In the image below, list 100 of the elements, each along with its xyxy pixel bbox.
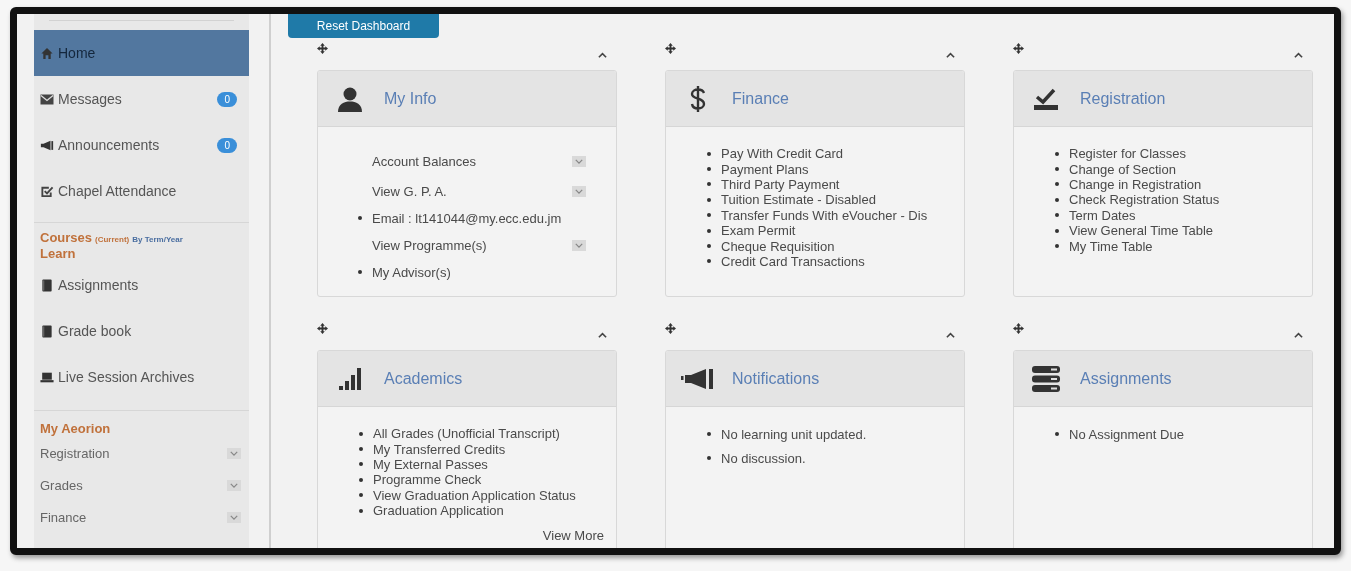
megaphone-icon	[681, 367, 715, 390]
list-link[interactable]: Check Registration Status	[1069, 192, 1220, 208]
bullet-dot	[707, 182, 711, 187]
collapse-caret-icon[interactable]	[946, 332, 955, 338]
bullet-dot	[707, 213, 711, 218]
card-title: Registration	[1080, 89, 1166, 108]
collapse-caret-icon[interactable]	[598, 332, 607, 338]
bullet-dot	[707, 432, 711, 436]
move-handle-icon[interactable]	[317, 323, 328, 334]
list-link[interactable]: Register for Classes	[1069, 146, 1187, 162]
bullet-dot	[707, 259, 711, 264]
list-link[interactable]: Transfer Funds With eVoucher - Dis	[721, 207, 928, 223]
card-title: Academics	[384, 369, 463, 388]
bullet-dot	[358, 216, 362, 220]
list-link[interactable]: Exam Permit	[721, 223, 796, 239]
house-icon	[40, 46, 54, 60]
list-link[interactable]: Credit Card Transactions	[721, 253, 865, 269]
collapse-caret-icon[interactable]	[1294, 332, 1303, 338]
term-link[interactable]: By Term/Year	[132, 235, 183, 244]
laptop-icon	[40, 370, 54, 384]
bullet-dot	[359, 447, 363, 452]
card-title: Assignments	[1080, 369, 1172, 388]
reset-dashboard-button[interactable]: Reset Dashboard	[288, 14, 439, 38]
count-badge: 0	[217, 137, 237, 153]
menu-item[interactable]: Registration	[40, 445, 110, 461]
bullet-dot	[707, 197, 711, 202]
bullet-dot	[707, 244, 711, 249]
card-title: Notifications	[732, 369, 820, 388]
dollar-icon	[688, 84, 708, 113]
move-handle-icon[interactable]	[1013, 43, 1024, 54]
bullet-dot	[359, 462, 363, 467]
current-label: (Current)	[95, 235, 130, 244]
list-link[interactable]: Change in Registration	[1069, 176, 1202, 192]
chevron-down-icon[interactable]	[227, 511, 241, 523]
list-link[interactable]: My Time Table	[1069, 238, 1153, 254]
chevron-down-icon[interactable]	[227, 479, 241, 491]
bar-chart-icon	[338, 366, 362, 391]
section-heading: Courses	[40, 230, 93, 246]
chevron-down-icon[interactable]	[572, 185, 586, 197]
move-handle-icon[interactable]	[665, 323, 676, 334]
list-link[interactable]: Pay With Credit Card	[721, 146, 844, 162]
bullet-dot	[1055, 244, 1059, 249]
info-link[interactable]: View G. P. A.	[372, 183, 447, 199]
info-link[interactable]: Email : lt141044@my.ecc.edu.jm	[372, 210, 562, 226]
move-handle-icon[interactable]	[1013, 323, 1024, 334]
collapse-caret-icon[interactable]	[946, 52, 955, 58]
sidebar-item[interactable]: Grade book	[34, 308, 249, 354]
sidebar-item[interactable]: Chapel Attendance	[34, 168, 249, 214]
bullet-dot	[1055, 182, 1059, 187]
collapse-caret-icon[interactable]	[598, 52, 607, 58]
card-title: My Info	[384, 89, 437, 108]
check-square-icon	[40, 184, 54, 198]
envelope-icon	[40, 92, 54, 106]
bullet-dot	[707, 167, 711, 172]
bullet-dot	[707, 456, 711, 460]
chevron-down-icon[interactable]	[227, 447, 241, 459]
info-link[interactable]: My Advisor(s)	[372, 264, 451, 280]
view-more-link[interactable]: View More	[542, 528, 604, 544]
bullet-dot	[1055, 197, 1059, 202]
list-link[interactable]: Change of Section	[1069, 161, 1176, 177]
list-link[interactable]: Tuition Estimate - Disabled	[721, 192, 876, 208]
move-handle-icon[interactable]	[665, 43, 676, 54]
book-icon	[40, 324, 54, 338]
book-icon	[40, 278, 54, 292]
bullet-dot	[359, 493, 363, 498]
sidebar-item[interactable]: Announcements 0	[34, 122, 249, 168]
list-link[interactable]: My External Passes	[373, 456, 488, 472]
menu-item[interactable]: Grades	[40, 477, 83, 493]
bullet-dot	[1055, 167, 1059, 172]
collapse-caret-icon[interactable]	[1294, 52, 1303, 58]
sidebar-item[interactable]: Live Session Archives	[34, 354, 249, 400]
list-link[interactable]: Graduation Application	[373, 503, 504, 519]
bullet-dot	[358, 270, 362, 274]
list-link[interactable]: Term Dates	[1069, 207, 1136, 223]
bullet-dot	[1055, 228, 1059, 233]
section-subheading: Learn	[40, 246, 77, 262]
list-link[interactable]: Third Party Payment	[721, 176, 840, 192]
chevron-down-icon[interactable]	[572, 155, 586, 167]
list-link[interactable]: My Transferred Credits	[373, 441, 506, 457]
info-link[interactable]: View Programme(s)	[372, 237, 487, 253]
bullet-dot	[1055, 432, 1059, 436]
list-link[interactable]: Cheque Requisition	[721, 238, 835, 254]
list-link[interactable]: View Graduation Application Status	[373, 487, 576, 503]
list-link[interactable]: All Grades (Unofficial Transcript)	[373, 426, 560, 442]
count-badge: 0	[217, 91, 237, 107]
sidebar-item[interactable]: Assignments	[34, 262, 249, 308]
list-link[interactable]: View General Time Table	[1069, 223, 1214, 239]
list-link[interactable]: Programme Check	[373, 472, 482, 488]
bullet-dot	[359, 508, 363, 513]
bullet-dot	[359, 477, 363, 482]
sidebar-item[interactable]: Messages 0	[34, 76, 249, 122]
chevron-down-icon[interactable]	[572, 239, 586, 251]
server-stack-icon	[1031, 364, 1061, 393]
list-link[interactable]: Payment Plans	[721, 161, 809, 177]
checkmark-icon	[1033, 86, 1059, 111]
move-handle-icon[interactable]	[317, 43, 328, 54]
notice-text: No discussion.	[721, 450, 806, 466]
menu-item[interactable]: Finance	[40, 509, 87, 525]
bullet-dot	[707, 151, 711, 156]
info-link[interactable]: Account Balances	[372, 153, 477, 169]
